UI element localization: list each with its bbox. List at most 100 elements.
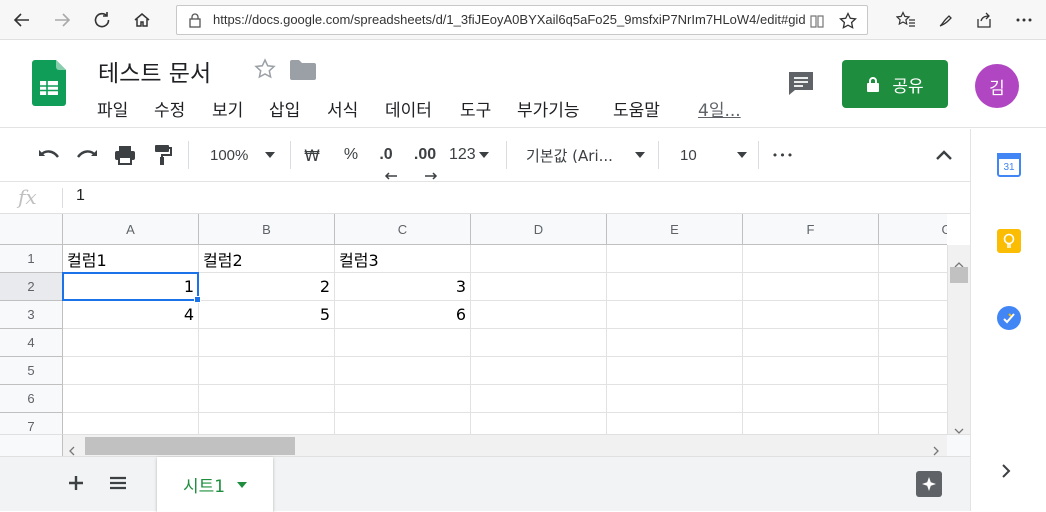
share-button[interactable]: 공유 [842,60,948,108]
cell-c3[interactable]: 6 [335,301,471,329]
row-header[interactable]: 5 [0,357,63,385]
font-size-select[interactable]: 10 [672,143,750,167]
home-icon[interactable] [128,6,156,34]
cell-c1[interactable]: 컬럼3 [335,245,471,273]
more-menu-icon[interactable] [1010,6,1038,34]
vertical-scroll-thumb[interactable] [950,267,968,283]
explore-icon[interactable] [916,471,942,497]
cell-f3[interactable] [743,301,879,329]
cell-b4[interactable] [199,329,335,357]
menu-view[interactable]: 보기 [212,96,243,121]
menu-addons[interactable]: 부가기능 [517,96,580,121]
cell-f4[interactable] [743,329,879,357]
cell-g4[interactable] [879,329,947,357]
cell-a4[interactable] [63,329,199,357]
cell-e5[interactable] [607,357,743,385]
cell-c5[interactable] [335,357,471,385]
select-all-corner[interactable] [0,214,63,245]
row-header[interactable]: 6 [0,385,63,413]
favorites-icon[interactable] [892,6,920,34]
paint-format-icon[interactable] [150,143,176,167]
back-icon[interactable] [8,6,36,34]
cell-f6[interactable] [743,385,879,413]
column-header[interactable]: C [335,214,471,245]
cell-b7[interactable] [199,413,335,434]
caret-down-icon[interactable] [237,481,248,488]
cell-a2[interactable]: 1 [63,273,199,301]
favorite-star-icon[interactable] [839,11,857,34]
cell-b5[interactable] [199,357,335,385]
percent-format-button[interactable]: % [339,143,363,167]
column-header[interactable]: F [743,214,879,245]
cell-g1[interactable] [879,245,947,273]
row-header[interactable]: 3 [0,301,63,329]
document-title[interactable]: 테스트 문서 [98,54,211,88]
cell-c7[interactable] [335,413,471,434]
collapse-toolbar-icon[interactable] [932,143,956,167]
cell-d4[interactable] [471,329,607,357]
cell-e4[interactable] [607,329,743,357]
comments-icon[interactable] [787,70,815,100]
row-header[interactable]: 7 [0,413,63,434]
cell-d5[interactable] [471,357,607,385]
pen-icon[interactable] [932,6,960,34]
cell-d7[interactable] [471,413,607,434]
tasks-icon[interactable] [997,306,1021,330]
cell-a7[interactable] [63,413,199,434]
cell-e2[interactable] [607,273,743,301]
cell-d1[interactable] [471,245,607,273]
increase-decimal-button[interactable]: .00 [410,143,440,167]
column-header[interactable]: G [879,214,947,245]
horizontal-scroll-thumb[interactable] [85,437,295,455]
menu-data[interactable]: 데이터 [385,96,432,121]
folder-icon[interactable] [290,60,316,84]
cell-d2[interactable] [471,273,607,301]
cell-c2[interactable]: 3 [335,273,471,301]
menu-insert[interactable]: 삽입 [269,96,300,121]
cell-g5[interactable] [879,357,947,385]
cell-b6[interactable] [199,385,335,413]
all-sheets-icon[interactable] [106,470,130,496]
cell-d6[interactable] [471,385,607,413]
cell-g3[interactable] [879,301,947,329]
column-header[interactable]: A [63,214,199,245]
menu-file[interactable]: 파일 [97,96,128,121]
sheets-logo-icon[interactable] [32,60,66,110]
cell-a3[interactable]: 4 [63,301,199,329]
cell-g7[interactable] [879,413,947,434]
cell-e7[interactable] [607,413,743,434]
column-header[interactable]: B [199,214,335,245]
print-icon[interactable] [112,143,138,167]
reading-view-icon[interactable] [809,13,825,33]
calendar-icon[interactable]: 31 [997,153,1021,177]
horizontal-scrollbar[interactable] [63,434,947,456]
row-header[interactable]: 2 [0,273,63,301]
add-sheet-icon[interactable] [64,470,88,496]
cell-g2[interactable] [879,273,947,301]
vertical-scrollbar[interactable] [947,245,970,434]
redo-icon[interactable] [74,143,100,167]
last-edit-link[interactable]: 4일... [698,96,741,121]
formula-input[interactable]: 1 [76,187,85,205]
cell-a1[interactable]: 컬럼1 [63,245,199,273]
undo-icon[interactable] [36,143,62,167]
cell-g6[interactable] [879,385,947,413]
menu-format[interactable]: 서식 [327,96,358,121]
cell-f2[interactable] [743,273,879,301]
refresh-icon[interactable] [88,6,116,34]
address-bar[interactable]: https://docs.google.com/spreadsheets/d/1… [176,5,868,35]
menu-tools[interactable]: 도구 [460,96,491,121]
forward-icon[interactable] [48,6,76,34]
keep-icon[interactable] [997,229,1021,253]
star-icon[interactable] [254,58,276,84]
share-page-icon[interactable] [970,6,998,34]
menu-help[interactable]: 도움말 [613,96,660,121]
cell-b3[interactable]: 5 [199,301,335,329]
spreadsheet-grid[interactable]: A B C D E F G 1 2 3 4 5 6 7 컬럼1 컬럼2 컬럼3 … [0,214,947,434]
column-header[interactable]: D [471,214,607,245]
cell-d3[interactable] [471,301,607,329]
cell-c4[interactable] [335,329,471,357]
menu-edit[interactable]: 수정 [154,96,185,121]
cell-e3[interactable] [607,301,743,329]
cell-f7[interactable] [743,413,879,434]
